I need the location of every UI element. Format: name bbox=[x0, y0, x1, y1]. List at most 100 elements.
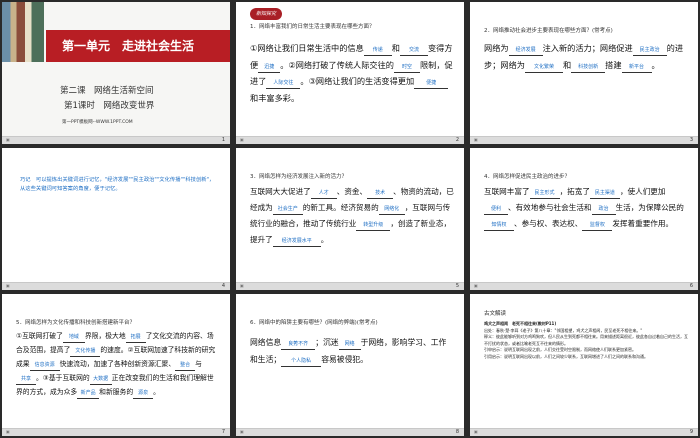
slide-tag: ▣ bbox=[240, 283, 244, 288]
section-title: 第1课时 网络改变世界 bbox=[64, 101, 155, 111]
answer-blank: 地域 bbox=[62, 333, 85, 343]
slide-tag: ▣ bbox=[240, 429, 244, 434]
answer-blank: 整合 bbox=[175, 361, 196, 371]
answer-blank: 人际交往 bbox=[266, 79, 301, 89]
answer-blank: 文化传播 bbox=[70, 347, 101, 357]
slide-thumbnail-5[interactable]: 3．网络怎样为经济发展注入新的活力？ 互联网大大促进了 人才 、资金、 技术 、物资的流… bbox=[236, 148, 464, 290]
section-badge: 新知探究 bbox=[250, 8, 283, 20]
slide-tag: ▣ bbox=[474, 429, 478, 434]
answer-blank: 监督权 bbox=[582, 221, 613, 231]
answer-blank: 新平台 bbox=[621, 63, 652, 73]
body-text: 快速流动，加速了各种创新资源汇聚、 bbox=[59, 360, 176, 368]
answer-body: ①网络让我们日常生活中的信息 传递和交流 变得方便 迅捷 。②网络打破了传统人际交往的时… bbox=[250, 40, 454, 106]
answer-blank: 政治 bbox=[591, 205, 616, 215]
slide-thumbnail-1[interactable]: 第一单元 走进社会生活 第二课 网络生活新空间 第1课时 网络改变世界 第一PP… bbox=[2, 2, 230, 144]
question-text: 5．网络怎样为文化传播和科技创新搭建新平台？ bbox=[16, 320, 136, 326]
answer-blank: 大数据 bbox=[89, 375, 112, 385]
answer-blank: 个人隐私 bbox=[281, 357, 322, 367]
slide-number: 1 bbox=[221, 137, 225, 143]
slide-thumbnail-7[interactable]: 5．网络怎样为文化传播和科技创新搭建新平台？ ①互联网打破了 地域 界限，极大地 拓展… bbox=[2, 294, 230, 436]
answer-blank: 便利 bbox=[484, 205, 508, 215]
slide-number: 3 bbox=[689, 137, 693, 143]
slide-thumbnail-4[interactable]: 巧记 可以提炼出关键词进行记忆，"经济发展""民主政治""文化传播""科技创新"… bbox=[2, 148, 230, 290]
slide-tag: ▣ bbox=[474, 283, 478, 288]
body-text: ；沉迷 bbox=[315, 338, 339, 347]
answer-blank: 民主渠道 bbox=[589, 189, 620, 199]
question-text: 6．网络中的陷阱主要有哪些？(网络的弊端)(常考点) bbox=[250, 320, 378, 326]
body-text: 。 bbox=[320, 235, 329, 244]
slide-tag: ▣ bbox=[6, 137, 10, 142]
slide-number: 2 bbox=[455, 137, 459, 143]
answer-blank: 文化繁荣 bbox=[524, 63, 563, 73]
slide-thumbnail-8[interactable]: 6．网络中的陷阱主要有哪些？(网络的弊端)(常考点) 网络信息 良莠不齐 ；沉迷 网络… bbox=[236, 294, 464, 436]
body-text: 。 bbox=[651, 59, 660, 70]
answer-blank: 经济发展 bbox=[508, 46, 543, 56]
book-photo bbox=[2, 2, 44, 62]
answer-blank: 传递 bbox=[363, 46, 392, 56]
slide-thumbnail-3[interactable]: 2．网络推动社会进步主要表现在哪些方面？(常考点) 网络为 经济发展 注入新的活力；… bbox=[470, 2, 698, 144]
answer-body: ①互联网打破了 地域 界限，极大地 拓展 了文化交流的内容、场合及范围，提高了 文化传播的… bbox=[16, 329, 220, 399]
answer-blank: 共享 bbox=[16, 375, 36, 385]
slide-number: 8 bbox=[455, 429, 459, 435]
answer-blank: 信息资源 bbox=[29, 361, 60, 371]
answer-blank: 源泉 bbox=[133, 389, 154, 399]
body-text: ，使人们更加 bbox=[619, 187, 666, 196]
body-text: 和新服务的 bbox=[99, 388, 134, 396]
body-text: 。②网络打破了传统人际交往的 bbox=[280, 59, 394, 70]
answer-blank: 社会生产 bbox=[272, 205, 303, 215]
slide-number: 5 bbox=[455, 283, 459, 289]
answer-blank: 民主形式 bbox=[529, 189, 560, 199]
body-text: 注入新的活力；网络促进 bbox=[542, 43, 633, 53]
memory-tip: 巧记 可以提炼出关键词进行记忆，"经济发展""民主政治""文化传播""科技创新"… bbox=[20, 177, 215, 192]
slide-thumbnail-9[interactable]: 古文解读 鸡犬之声相闻 老死不相往来(教材P11) 出处：春秋·楚·李耳《老子》… bbox=[470, 294, 698, 436]
body-text: 。③网络让我们的生活变得更加 bbox=[300, 76, 415, 86]
slide-tag: ▣ bbox=[6, 283, 10, 288]
slide-footer: ▣ 8 bbox=[236, 428, 464, 436]
slide-thumbnail-2[interactable]: 新知探究 1．网络丰富我们的日常生活主要表现在哪些方面？ ①网络让我们日常生活中… bbox=[236, 2, 464, 144]
answer-blank: 技术 bbox=[367, 189, 394, 199]
question-text: 1．网络丰富我们的日常生活主要表现在哪些方面？ bbox=[250, 24, 375, 30]
answer-blank: 交流 bbox=[399, 46, 428, 56]
slide-footer: ▣ 1 bbox=[2, 136, 230, 144]
answer-body: 互联网丰富了 民主形式 ，拓宽了 民主渠道 ，使人们更加便利 、有效地参与社会生活和 政治生… bbox=[484, 184, 688, 232]
answer-blank: 民主政治 bbox=[632, 46, 667, 56]
slide-thumbnail-6[interactable]: 4．网络怎样促进民主政治的进步？ 互联网丰富了 民主形式 ，拓宽了 民主渠道 ，使人们更… bbox=[470, 148, 698, 290]
body-text: 和 bbox=[562, 59, 572, 70]
answer-body: 网络信息 良莠不齐 ；沉迷 网络 于网络，影响学习、工作和生活； 个人隐私 容易被侵犯。 bbox=[250, 334, 454, 368]
answer-body: 互联网大大促进了 人才 、资金、 技术 、物资的流动，已经成为 社会生产 的新工具。经济贸易… bbox=[250, 184, 454, 248]
body-text: 和 bbox=[391, 43, 400, 53]
body-text: 容易被侵犯。 bbox=[321, 355, 368, 364]
answer-blank: 科技创新 bbox=[571, 63, 606, 73]
slide-footer: ▣ 9 bbox=[470, 428, 698, 436]
answer-blank: 转型升级 bbox=[356, 221, 391, 231]
answer-blank: 良莠不齐 bbox=[281, 340, 316, 350]
body-text: 。 bbox=[153, 388, 160, 396]
slide-footer: ▣ 6 bbox=[470, 282, 698, 290]
body-text: 界限，极大地 bbox=[84, 332, 126, 340]
body-text: 、参与权、表达权、 bbox=[514, 219, 583, 228]
slide-number: 6 bbox=[689, 283, 693, 289]
answer-blank: 人才 bbox=[310, 189, 337, 199]
body-text: 搭建 bbox=[605, 59, 622, 70]
classical-text: 鸡犬之声相闻 老死不相往来(教材P11) 出处：春秋·楚·李耳《老子》第八十章：… bbox=[484, 321, 688, 361]
question-text: 2．网络推动社会进步主要表现在哪些方面？(常考点) bbox=[484, 28, 613, 34]
lesson-title: 第二课 网络生活新空间 bbox=[60, 86, 154, 96]
credit-text: 第一PPT模板网--WWW.1PPT.COM bbox=[62, 120, 133, 125]
slide-number: 7 bbox=[221, 429, 225, 435]
body-text: 互联网丰富了 bbox=[484, 187, 530, 196]
body-text: 和丰富多彩。 bbox=[250, 92, 300, 103]
slide-footer: ▣ 5 bbox=[236, 282, 464, 290]
answer-blank: 网络 bbox=[338, 340, 361, 350]
answer-blank: 时空 bbox=[393, 63, 420, 73]
body-text: 与 bbox=[195, 360, 202, 368]
body-text: 网络信息 bbox=[250, 338, 282, 347]
body-text: 生活，为保障公民的 bbox=[615, 203, 684, 212]
question-text: 4．网络怎样促进民主政治的进步？ bbox=[484, 174, 571, 180]
question-text: 3．网络怎样为经济发展注入新的活力？ bbox=[250, 174, 348, 180]
unit-title: 第一单元 走进社会生活 bbox=[62, 39, 195, 53]
body-text: 。③基于互联网的 bbox=[36, 374, 90, 382]
text-line: 鸡犬之声相闻 老死不相往来(教材P11) bbox=[484, 321, 557, 326]
text-line: 释义：彼此能够听到对方鸡鸣狗吠，但人民从生到死都不相往来。用来描述距离很近，彼此… bbox=[484, 334, 688, 346]
body-text: 网络为 bbox=[484, 43, 509, 53]
answer-blank: 迅捷 bbox=[258, 63, 281, 73]
